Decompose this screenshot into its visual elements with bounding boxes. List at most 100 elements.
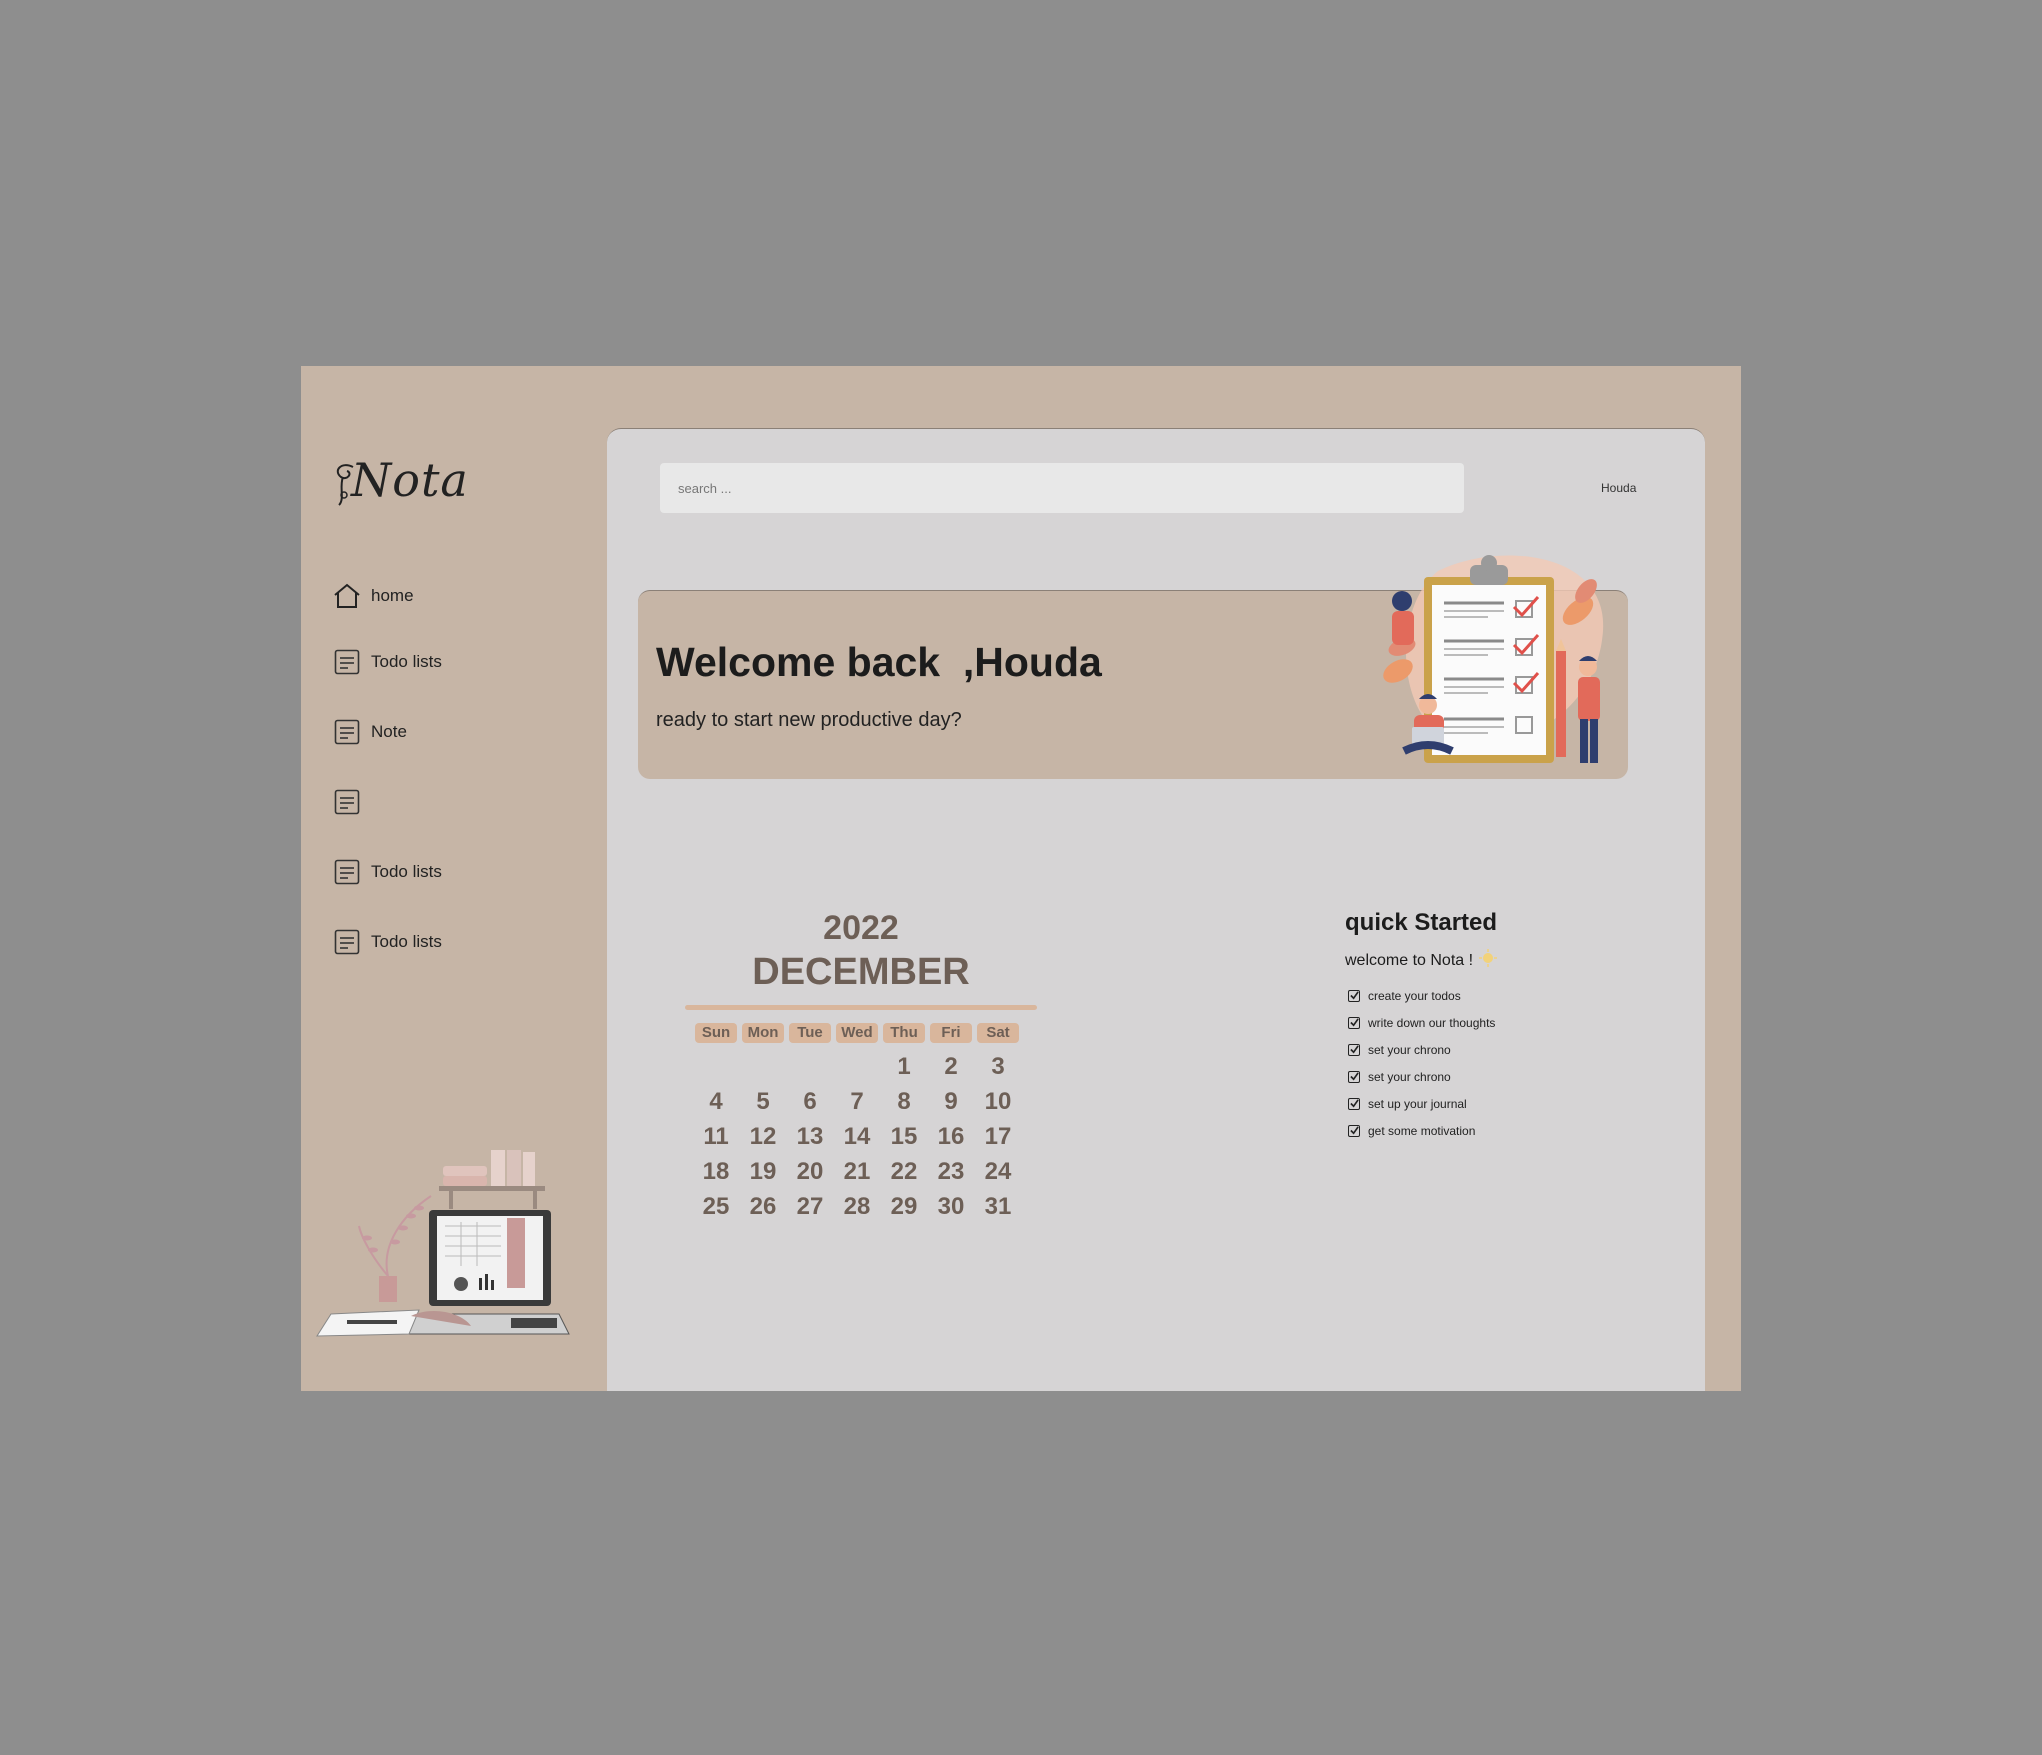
calendar-day[interactable]: 24 xyxy=(977,1157,1019,1186)
quick-start-list: create your todos write down our thoughts… xyxy=(1345,982,1645,1144)
calendar-empty-cell xyxy=(789,1052,831,1081)
calendar-day[interactable]: 13 xyxy=(789,1122,831,1151)
quick-start-item[interactable]: set your chrono xyxy=(1345,1063,1645,1090)
calendar-day[interactable]: 16 xyxy=(930,1122,972,1151)
calendar-day[interactable]: 12 xyxy=(742,1122,784,1151)
calendar-day[interactable]: 5 xyxy=(742,1087,784,1116)
quick-start-item-label: write down our thoughts xyxy=(1368,1015,1496,1030)
sidebar-item-todo-lists-3[interactable]: Todo lists xyxy=(333,922,442,962)
checkbox-checked-icon[interactable] xyxy=(1348,1124,1360,1137)
calendar-weekday: Fri xyxy=(930,1023,972,1043)
quick-start-item[interactable]: set your chrono xyxy=(1345,1036,1645,1063)
calendar-day[interactable]: 28 xyxy=(836,1192,878,1221)
calendar-day[interactable]: 21 xyxy=(836,1157,878,1186)
sidebar: Nota home Todo lists Note Todo lists Tod… xyxy=(301,366,606,1391)
calendar-day[interactable]: 1 xyxy=(883,1052,925,1081)
calendar-day[interactable]: 9 xyxy=(930,1087,972,1116)
welcome-title: Welcome back ,Houda xyxy=(656,639,1102,685)
calendar-month: DECEMBER xyxy=(752,951,970,993)
calendar-day[interactable]: 10 xyxy=(977,1087,1019,1116)
quick-start-item[interactable]: set up your journal xyxy=(1345,1090,1645,1117)
checklist-illustration xyxy=(1383,555,1604,763)
calendar-day[interactable]: 7 xyxy=(836,1087,878,1116)
calendar-divider xyxy=(685,1005,1037,1010)
quick-start-item[interactable]: create your todos xyxy=(1345,982,1645,1009)
calendar-day[interactable]: 22 xyxy=(883,1157,925,1186)
checkbox-checked-icon[interactable] xyxy=(1348,989,1360,1002)
welcome-banner: Welcome back ,Houda ready to start new p… xyxy=(638,555,1628,779)
sidebar-item-untitled[interactable] xyxy=(333,782,371,822)
calendar-day[interactable]: 11 xyxy=(695,1122,737,1151)
checkbox-checked-icon[interactable] xyxy=(1348,1070,1360,1083)
calendar-empty-cell xyxy=(695,1052,737,1081)
calendar-day[interactable]: 29 xyxy=(883,1192,925,1221)
calendar-weekday: Tue xyxy=(789,1023,831,1043)
calendar-day[interactable]: 18 xyxy=(695,1157,737,1186)
calendar-day[interactable]: 31 xyxy=(977,1192,1019,1221)
calendar-day[interactable]: 27 xyxy=(789,1192,831,1221)
calendar-weekday-row: Sun Mon Tue Wed Thu Fri Sat xyxy=(695,1023,1019,1043)
logo[interactable]: Nota xyxy=(331,451,468,511)
workspace-illustration xyxy=(316,1150,570,1337)
calendar-day[interactable]: 14 xyxy=(836,1122,878,1151)
calendar-day[interactable]: 8 xyxy=(883,1087,925,1116)
quick-start-item-label: set your chrono xyxy=(1368,1069,1451,1084)
home-icon xyxy=(333,582,361,610)
quick-start-item-label: set up your journal xyxy=(1368,1096,1467,1111)
calendar-widget: 2022 DECEMBER Sun Mon Tue Wed Thu Fri Sat 1234… xyxy=(685,909,1037,1239)
calendar-day-grid: 1 2 3 4 5 6 7 8 9 10 11 12 13 14 15 16 17 18 19 20 21 22 23 24 2… xyxy=(695,1052,1019,1221)
welcome-subtitle: ready to start new productive day? xyxy=(656,709,962,731)
calendar-day[interactable]: 25 xyxy=(695,1192,737,1221)
calendar-day[interactable]: 19 xyxy=(742,1157,784,1186)
document-icon xyxy=(333,928,361,956)
quick-start-item-label: create your todos xyxy=(1368,988,1461,1003)
sidebar-item-label: home xyxy=(371,586,414,605)
quick-start-subtitle-text: welcome to Nota ! xyxy=(1345,951,1474,969)
quick-start-subtitle: welcome to Nota ! xyxy=(1345,949,1645,972)
calendar-day[interactable]: 2 xyxy=(930,1052,972,1081)
calendar-day[interactable]: 3 xyxy=(977,1052,1019,1081)
document-icon xyxy=(333,648,361,676)
document-icon xyxy=(333,718,361,746)
main-panel: Houda Welcome back ,Houda ready to start… xyxy=(607,428,1705,1391)
app-window: Nota home Todo lists Note Todo lists Tod… xyxy=(301,366,1741,1391)
calendar-empty-cell xyxy=(742,1052,784,1081)
calendar-day[interactable]: 23 xyxy=(930,1157,972,1186)
calendar-weekday: Thu xyxy=(883,1023,925,1043)
sidebar-item-label: Todo lists xyxy=(371,652,442,671)
calendar-empty-cell xyxy=(836,1052,878,1081)
sidebar-item-label: Todo lists xyxy=(371,862,442,881)
quick-start-item-label: get some motivation xyxy=(1368,1123,1476,1138)
calendar-weekday: Wed xyxy=(836,1023,878,1043)
checkbox-checked-icon[interactable] xyxy=(1348,1043,1360,1056)
quick-start-panel: quick Started welcome to Nota ! create y… xyxy=(1345,909,1645,1144)
sidebar-item-todo-lists[interactable]: Todo lists xyxy=(333,642,442,682)
calendar-weekday: Sun xyxy=(695,1023,737,1043)
calendar-day[interactable]: 30 xyxy=(930,1192,972,1221)
calendar-year: 2022 xyxy=(823,909,899,947)
calendar-day[interactable]: 17 xyxy=(977,1122,1019,1151)
calendar-day[interactable]: 4 xyxy=(695,1087,737,1116)
quick-start-item[interactable]: write down our thoughts xyxy=(1345,1009,1645,1036)
calendar-weekday: Sat xyxy=(977,1023,1019,1043)
sparkle-emoji-icon xyxy=(1479,949,1498,972)
logo-text: Nota xyxy=(351,453,469,507)
quick-start-item[interactable]: get some motivation xyxy=(1345,1117,1645,1144)
checkbox-checked-icon[interactable] xyxy=(1348,1097,1360,1110)
calendar-day[interactable]: 20 xyxy=(789,1157,831,1186)
sidebar-item-label: Todo lists xyxy=(371,932,442,951)
document-icon xyxy=(333,858,361,886)
quick-start-title: quick Started xyxy=(1345,909,1498,936)
sidebar-item-todo-lists-2[interactable]: Todo lists xyxy=(333,852,442,892)
user-name[interactable]: Houda xyxy=(1601,481,1636,495)
search-input[interactable] xyxy=(660,463,1464,513)
calendar-day[interactable]: 26 xyxy=(742,1192,784,1221)
sidebar-item-home[interactable]: home xyxy=(333,576,414,616)
quick-start-item-label: set your chrono xyxy=(1368,1042,1451,1057)
sidebar-item-label: Note xyxy=(371,722,407,741)
checkbox-checked-icon[interactable] xyxy=(1348,1016,1360,1029)
sidebar-item-note[interactable]: Note xyxy=(333,712,407,752)
calendar-day[interactable]: 15 xyxy=(883,1122,925,1151)
document-icon xyxy=(333,788,361,816)
calendar-day[interactable]: 6 xyxy=(789,1087,831,1116)
